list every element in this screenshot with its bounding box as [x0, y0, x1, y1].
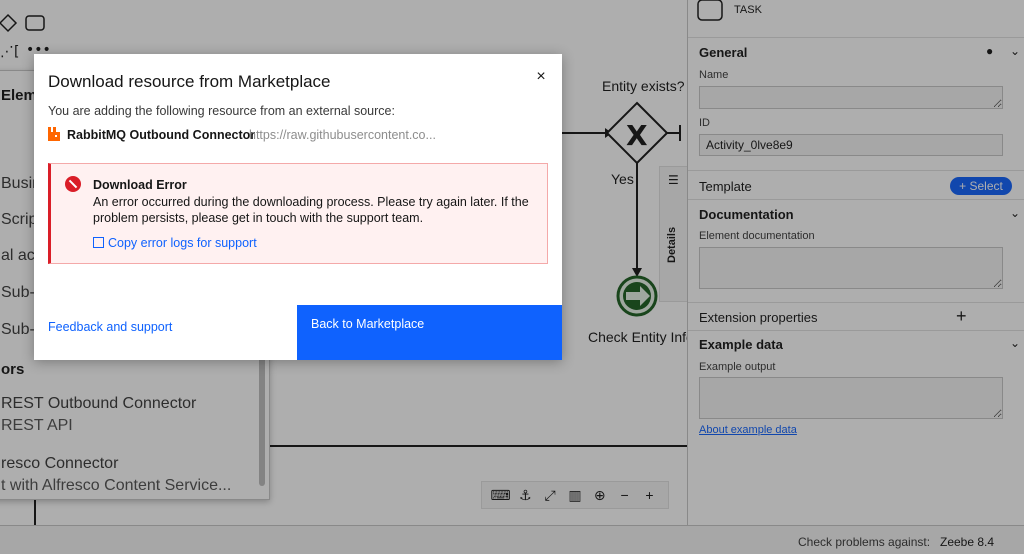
feedback-support-link[interactable]: Feedback and support — [48, 320, 172, 334]
close-icon[interactable]: × — [530, 66, 552, 88]
copy-icon — [93, 237, 104, 248]
rabbitmq-icon — [48, 127, 60, 141]
copy-error-logs-label: Copy error logs for support — [108, 236, 257, 250]
error-icon — [65, 176, 81, 192]
back-to-marketplace-button[interactable]: Back to Marketplace — [297, 305, 562, 360]
modal-intro-text: You are adding the following resource fr… — [48, 104, 395, 118]
error-title: Download Error — [93, 178, 187, 192]
download-modal: Download resource from Marketplace × You… — [34, 54, 562, 360]
error-message: An error occurred during the downloading… — [93, 195, 529, 225]
resource-url: https://raw.githubusercontent.co... — [249, 128, 436, 142]
error-notification: Download Error An error occurred during … — [48, 163, 548, 264]
copy-error-logs-link[interactable]: Copy error logs for support — [93, 236, 257, 250]
resource-name: RabbitMQ Outbound Connector — [67, 128, 256, 142]
modal-title: Download resource from Marketplace — [48, 72, 331, 91]
